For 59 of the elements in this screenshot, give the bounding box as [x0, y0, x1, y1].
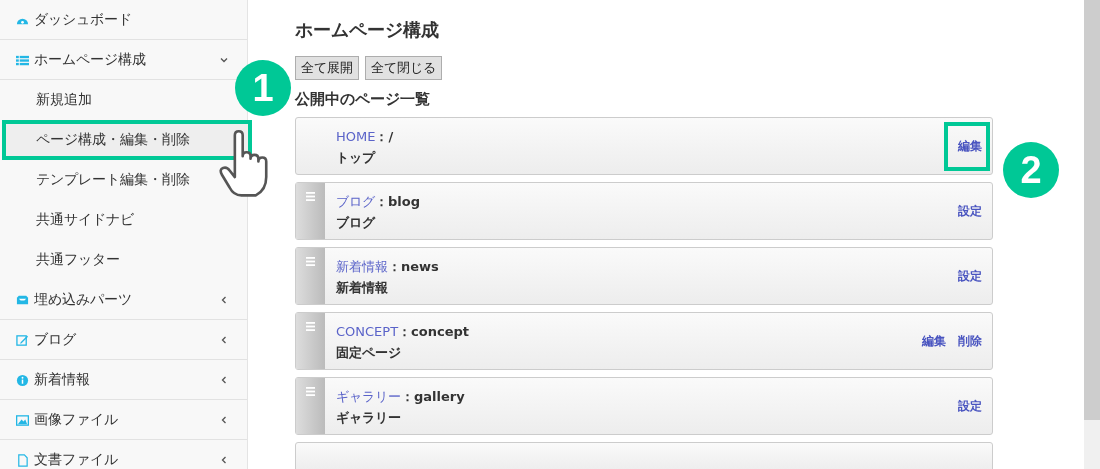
file-icon	[16, 453, 29, 467]
caret-icon	[220, 336, 228, 344]
action-link[interactable]: 設定	[958, 267, 982, 285]
edit-icon	[16, 333, 29, 347]
step-badge: 2	[1003, 142, 1059, 198]
action-link[interactable]: 編集	[944, 121, 990, 171]
action-link[interactable]: 設定	[958, 202, 982, 220]
menu-icon	[306, 257, 315, 266]
step-badge: 1	[235, 60, 291, 116]
page-name: 新着情報	[336, 279, 389, 297]
drag-handle[interactable]	[296, 183, 325, 239]
action-link[interactable]: 設定	[958, 397, 982, 415]
drag-handle[interactable]	[296, 378, 325, 434]
action-link[interactable]: 編集	[922, 332, 946, 350]
sidebar-subitem[interactable]: 新規追加	[0, 80, 232, 120]
page-link[interactable]: ブログ	[336, 194, 375, 209]
scrollbar[interactable]	[1084, 0, 1100, 420]
sidebar-label: 埋め込みパーツ	[34, 291, 133, 309]
toolbar-button[interactable]: 全て閉じる	[365, 56, 442, 80]
sidebar-subitem[interactable]: 共通フッター	[0, 240, 232, 280]
page-link[interactable]: ギャラリー	[336, 389, 401, 404]
page-title: ホームページ構成	[295, 18, 440, 42]
sidebar-label: ブログ	[34, 331, 77, 349]
action-link[interactable]: 削除	[958, 332, 982, 350]
caret-icon	[220, 456, 228, 464]
caret-icon	[220, 416, 228, 424]
page-name: ギャラリー	[336, 409, 402, 427]
page-link[interactable]: HOME	[336, 129, 376, 144]
sidebar-label: ホームページ構成	[34, 51, 147, 69]
page-slug: ：concept	[398, 324, 470, 339]
section-title: 公開中のページ一覧	[295, 90, 431, 109]
sidebar-label: 新着情報	[34, 371, 91, 389]
list-icon	[16, 53, 29, 67]
page-slug: ：news	[388, 259, 439, 274]
page-slug: ：blog	[375, 194, 420, 209]
info-icon	[16, 373, 29, 387]
menu-icon	[306, 192, 315, 201]
caret-icon	[220, 56, 228, 64]
inbox-icon	[16, 293, 29, 307]
drag-handle[interactable]	[296, 313, 325, 369]
sidebar-label: ダッシュボード	[34, 11, 133, 29]
sidebar-label: 画像ファイル	[34, 411, 119, 429]
drag-handle[interactable]	[296, 248, 325, 304]
caret-icon	[220, 296, 228, 304]
page-name: トップ	[336, 149, 377, 167]
page-name: ブログ	[336, 214, 377, 232]
page-link[interactable]: CONCEPT	[336, 324, 399, 339]
menu-icon	[306, 322, 315, 331]
menu-icon	[306, 387, 315, 396]
sidebar-subitem[interactable]: ページ構成・編集・削除	[2, 120, 252, 160]
caret-icon	[220, 376, 228, 384]
toolbar-button[interactable]: 全て展開	[295, 56, 359, 80]
page-slug: ：gallery	[401, 389, 465, 404]
sidebar-subitem[interactable]: 共通サイドナビ	[0, 200, 232, 240]
page-link[interactable]: 新着情報	[336, 259, 388, 274]
page-name: 固定ページ	[336, 344, 402, 362]
sidebar-label: 文書ファイル	[34, 451, 119, 469]
image-icon	[16, 413, 29, 427]
page-slug: ：/	[375, 129, 394, 144]
